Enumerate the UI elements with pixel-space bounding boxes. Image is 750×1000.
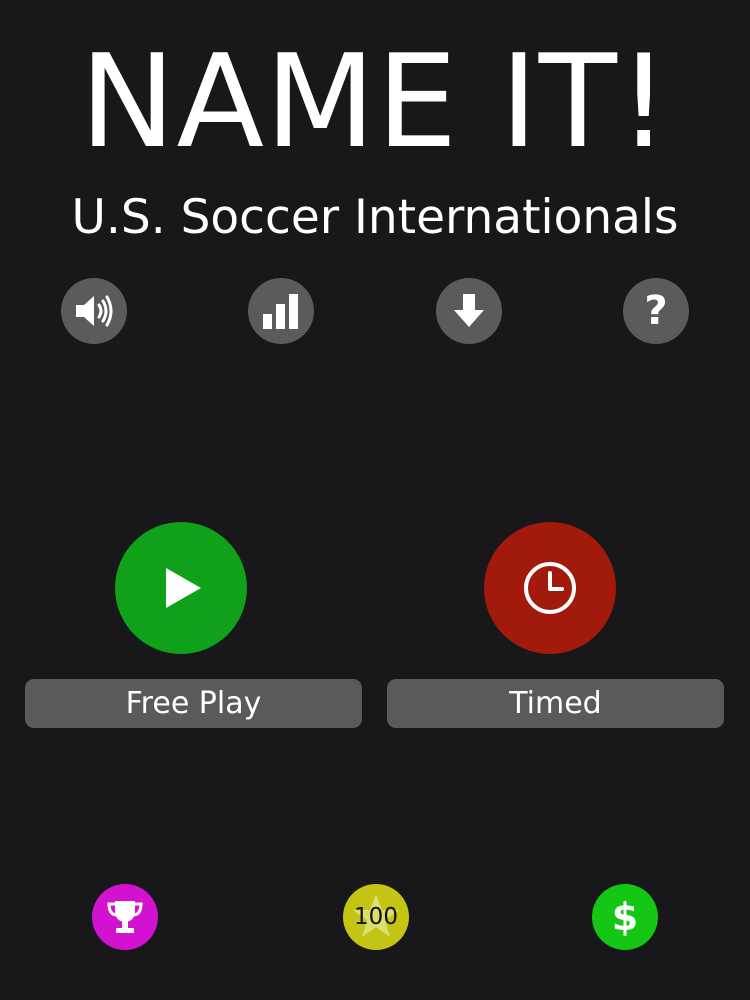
dollar-button[interactable]: $ xyxy=(592,884,658,950)
sound-button[interactable] xyxy=(61,278,127,344)
timed-button[interactable] xyxy=(484,522,616,654)
hundred-button[interactable]: 100 xyxy=(343,884,409,950)
trophy-button[interactable] xyxy=(92,884,158,950)
down-arrow-icon xyxy=(454,294,484,327)
stats-button[interactable] xyxy=(248,278,314,344)
dollar-icon: $ xyxy=(611,895,639,939)
help-button[interactable]: ? xyxy=(623,278,689,344)
app-subtitle: U.S. Soccer Internationals xyxy=(71,190,679,245)
download-button[interactable] xyxy=(436,278,502,344)
timed-label[interactable]: Timed xyxy=(387,679,724,728)
trophy-icon xyxy=(107,901,143,933)
question-icon: ? xyxy=(644,288,668,334)
speaker-icon xyxy=(76,295,113,327)
play-icon xyxy=(166,568,201,608)
app-title: NAME IT! xyxy=(79,28,671,177)
hundred-label: 100 xyxy=(354,904,398,930)
bar-chart-icon xyxy=(263,294,298,329)
free-play-label[interactable]: Free Play xyxy=(25,679,362,728)
clock-icon xyxy=(524,562,576,614)
free-play-button[interactable] xyxy=(115,522,247,654)
